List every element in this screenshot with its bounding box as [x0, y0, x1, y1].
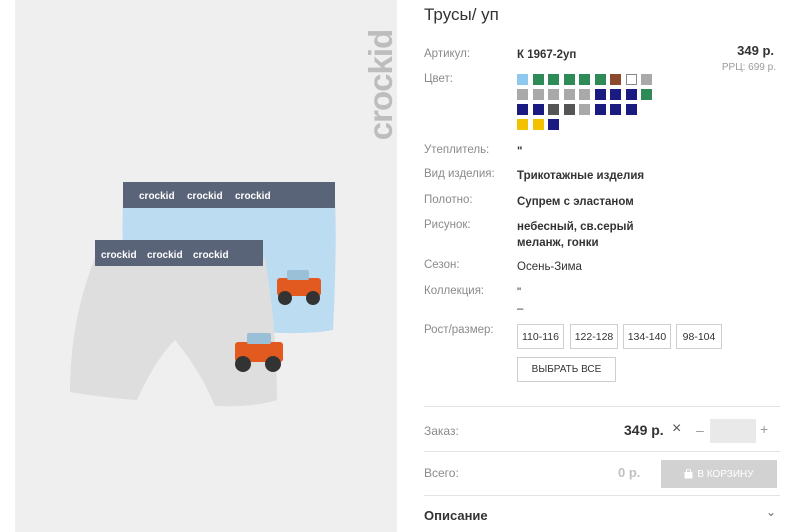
size-label: Рост/размер: [424, 324, 494, 336]
color-swatch[interactable] [625, 104, 637, 115]
attribute-value-line: меланж, гонки [517, 237, 599, 249]
sku-label: Артикул: [424, 48, 471, 60]
size-option[interactable]: 134-140 [623, 324, 671, 349]
attribute-value: небесный, св.серый меланж, гонки [517, 219, 634, 251]
boxer-briefs-illustration: crockid crockid crockid crockid crockid … [70, 182, 336, 407]
color-swatch[interactable] [610, 104, 621, 115]
attribute-label: Утеплитель: [424, 144, 490, 156]
total-label: Всего: [424, 466, 459, 480]
color-swatch[interactable] [625, 74, 637, 85]
band-text: crockid [101, 250, 137, 261]
increase-button[interactable]: + [760, 421, 768, 437]
color-swatch[interactable] [579, 89, 590, 100]
color-swatch[interactable] [579, 104, 590, 115]
color-swatch[interactable] [532, 104, 544, 115]
attribute-value: Супрем с эластаном [517, 194, 634, 210]
description-toggle[interactable]: Описание [424, 508, 488, 523]
color-swatch[interactable] [641, 74, 652, 85]
product-image[interactable]: crockid crockid crockid crockid crockid … [15, 0, 397, 532]
color-swatch[interactable] [532, 74, 544, 85]
color-swatch[interactable] [517, 119, 528, 130]
add-to-cart-label: В КОРЗИНУ [697, 468, 754, 480]
attribute-value-line: Трикотажные изделия [517, 170, 645, 182]
color-swatch[interactable] [517, 104, 528, 115]
bag-icon [684, 469, 693, 479]
attribute-label: Коллекция: [424, 285, 485, 297]
divider [424, 451, 780, 452]
size-option[interactable]: 122-128 [570, 324, 618, 349]
color-swatch[interactable] [594, 104, 606, 115]
total-value: 0 р. [618, 465, 641, 480]
attribute-label: Сезон: [424, 259, 460, 271]
attribute-value: " – [517, 285, 523, 317]
attribute-value-line: небесный, св.серый [517, 221, 634, 233]
color-swatch[interactable] [548, 74, 559, 85]
quantity-input[interactable] [710, 419, 756, 443]
color-swatch[interactable] [548, 89, 559, 100]
color-swatch[interactable] [563, 74, 575, 85]
product-price: 349 р. [737, 43, 774, 58]
size-option[interactable]: 98-104 [676, 324, 722, 349]
color-swatch[interactable] [594, 74, 606, 85]
close-icon[interactable]: × [672, 420, 681, 438]
band-text: crockid [139, 191, 175, 202]
color-swatch[interactable] [563, 89, 575, 100]
order-price: 349 р. [624, 422, 664, 438]
add-to-cart-button[interactable]: В КОРЗИНУ [661, 460, 777, 488]
divider [424, 495, 780, 496]
order-label: Заказ: [424, 424, 459, 438]
attribute-value-line: Супрем с эластаном [517, 196, 634, 208]
color-label: Цвет: [424, 73, 453, 85]
decrease-button[interactable]: – [696, 422, 704, 438]
attribute-value: Трикотажные изделия [517, 168, 644, 184]
color-swatch[interactable] [641, 89, 652, 100]
brand-name: crockid [362, 29, 397, 141]
sku-value: К 1967-2уп [517, 49, 577, 61]
color-swatch[interactable] [548, 119, 559, 130]
color-swatch[interactable] [517, 74, 528, 85]
attribute-label: Полотно: [424, 194, 473, 206]
select-all-button[interactable]: ВЫБРАТЬ ВСЕ [517, 357, 616, 382]
product-title: Трусы/ уп [424, 5, 499, 24]
color-swatch[interactable] [517, 89, 528, 100]
attribute-value-line: " [517, 146, 523, 158]
band-text: crockid [193, 250, 229, 261]
color-swatch[interactable] [579, 74, 590, 85]
color-swatch[interactable] [532, 119, 544, 130]
attribute-value: Осень-Зима [517, 259, 582, 275]
attribute-value-line: " [517, 287, 522, 299]
brand-logo: crockid [361, 10, 397, 160]
attribute-label: Вид изделия: [424, 168, 495, 180]
color-swatch[interactable] [532, 89, 544, 100]
color-swatch[interactable] [610, 74, 621, 85]
divider [424, 406, 780, 407]
size-option[interactable]: 110-116 [517, 324, 564, 349]
rrp-price: РРЦ: 699 р. [721, 62, 776, 73]
color-swatch[interactable] [563, 104, 575, 115]
color-swatch[interactable] [594, 89, 606, 100]
band-text: crockid [235, 191, 271, 202]
attribute-value: " [517, 144, 522, 160]
attribute-label: Рисунок: [424, 219, 471, 231]
chevron-down-icon[interactable]: ⌄ [766, 505, 776, 519]
band-text: crockid [187, 191, 223, 202]
attribute-value-line: Осень-Зима [517, 261, 582, 273]
color-swatch[interactable] [548, 104, 559, 115]
attribute-value-line: – [517, 303, 524, 315]
color-swatch[interactable] [625, 89, 637, 100]
color-swatch[interactable] [610, 89, 621, 100]
band-text: crockid [147, 250, 183, 261]
